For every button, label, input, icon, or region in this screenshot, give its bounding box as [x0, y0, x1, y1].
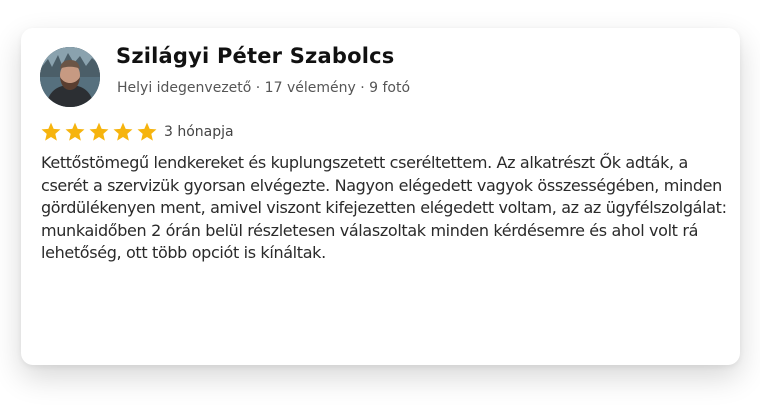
star-filled-icon: [65, 122, 85, 141]
reviewer-meta: Helyi idegenvezető · 17 vélemény · 9 fot…: [117, 80, 411, 96]
star-filled-icon: [113, 122, 133, 141]
review-card: Szilágyi Péter Szabolcs Helyi idegenveze…: [21, 28, 740, 365]
avatar-image: [40, 47, 100, 107]
review-text: Kettőstömegű lendkereket és kuplungszete…: [41, 153, 727, 262]
star-rating: [40, 121, 158, 143]
star-filled-icon: [89, 122, 109, 141]
avatar[interactable]: [40, 47, 100, 107]
star-filled-icon: [41, 122, 61, 141]
star-filled-icon: [137, 122, 157, 141]
reviewer-name[interactable]: Szilágyi Péter Szabolcs: [116, 44, 394, 68]
review-date: 3 hónapja: [164, 124, 234, 140]
